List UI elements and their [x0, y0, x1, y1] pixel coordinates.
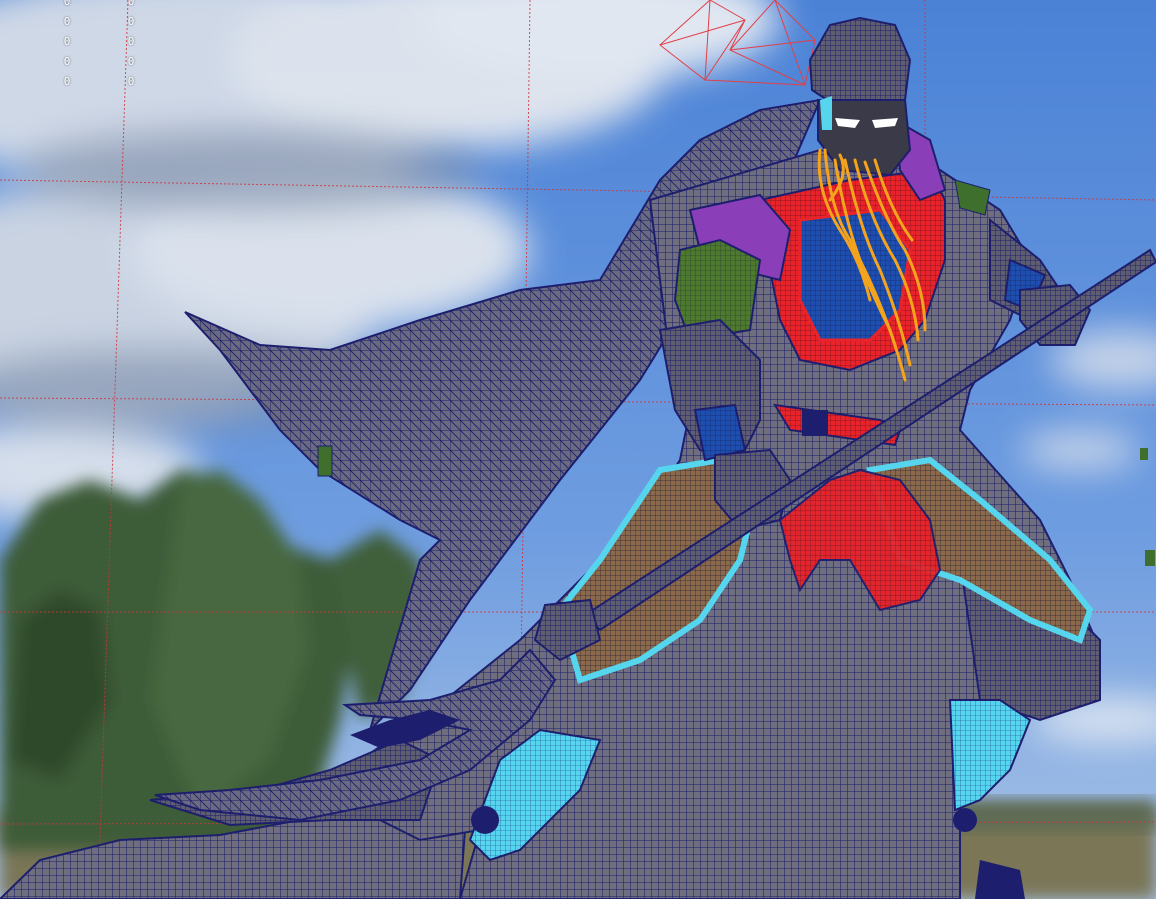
hud-stat-value: 0: [63, 75, 71, 88]
hud-stat-value: 0: [63, 15, 71, 28]
hud-stat-value: 0: [127, 75, 135, 88]
viewport-scene[interactable]: [0, 0, 1156, 899]
hud-stat-value: 0: [127, 0, 135, 8]
hud-stat-value: 0: [63, 35, 71, 48]
hud-stat-value: 0: [127, 55, 135, 68]
hud-stats-column-right: 0 0 0 0 0: [126, 0, 136, 89]
3d-viewport[interactable]: 0 0 0 0 0 0 0 0 0 0: [0, 0, 1156, 899]
hud-stat-value: 0: [127, 15, 135, 28]
hud-stats-column-left: 0 0 0 0 0: [62, 0, 72, 89]
hud-stat-value: 0: [63, 0, 71, 8]
hud-stat-value: 0: [127, 35, 135, 48]
hud-stat-value: 0: [63, 55, 71, 68]
